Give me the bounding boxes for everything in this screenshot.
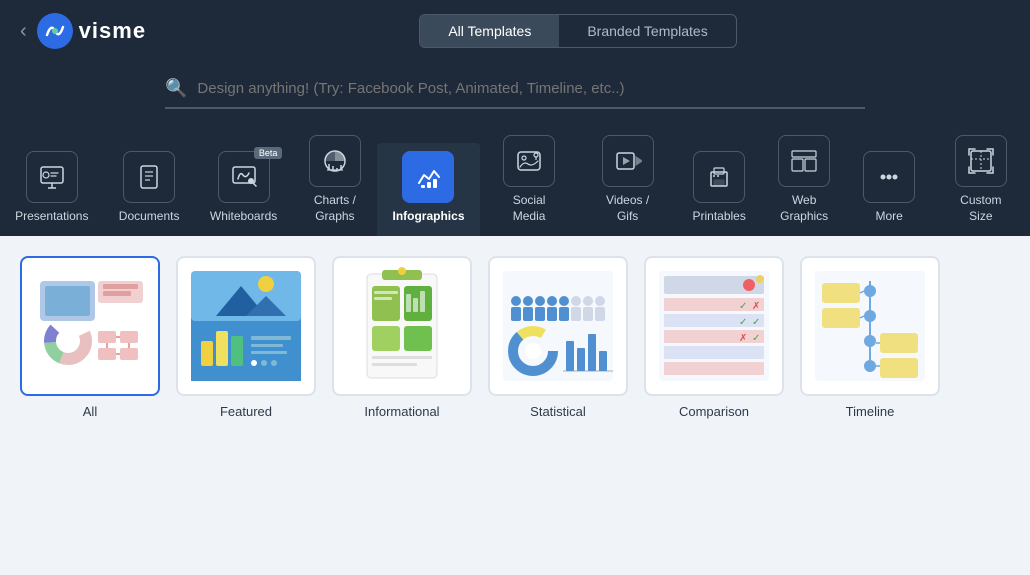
template-tab-group: All Templates Branded Templates — [419, 14, 736, 48]
web-icon — [790, 147, 818, 175]
beta-badge: Beta — [254, 147, 283, 159]
social-icon — [515, 147, 543, 175]
search-icon: 🔍 — [165, 78, 187, 99]
template-informational-label: Informational — [364, 404, 439, 419]
template-comparison-thumb: ✓ ✗ ✓ ✓ ✗ ✓ — [644, 256, 784, 396]
presentations-icon-wrap — [26, 151, 78, 203]
web-graphics-label: WebGraphics — [780, 193, 828, 224]
template-timeline[interactable]: Timeline — [800, 256, 940, 419]
infographics-icon — [414, 163, 442, 191]
category-videos-gifs[interactable]: Videos / Gifs — [579, 127, 677, 236]
svg-text:✓: ✓ — [739, 317, 747, 328]
search-input[interactable] — [197, 80, 865, 97]
documents-icon-wrap — [123, 151, 175, 203]
category-whiteboards[interactable]: Beta Whiteboards — [195, 143, 293, 237]
whiteboards-label: Whiteboards — [210, 209, 277, 225]
template-featured-label: Featured — [220, 404, 272, 419]
template-all[interactable]: All — [20, 256, 160, 419]
template-comparison-label: Comparison — [679, 404, 749, 419]
category-infographics[interactable]: Infographics — [377, 143, 479, 237]
infographics-icon-wrap — [402, 151, 454, 203]
documents-icon — [135, 163, 163, 191]
logo-icon — [37, 13, 73, 49]
category-social-media[interactable]: Social Media — [480, 127, 579, 236]
template-grid: All — [20, 256, 1010, 419]
presentations-icon — [38, 163, 66, 191]
more-icon-wrap — [863, 151, 915, 203]
svg-text:✓: ✓ — [752, 333, 760, 344]
template-featured[interactable]: Featured — [176, 256, 316, 419]
social-media-label: Social Media — [496, 193, 563, 224]
presentations-label: Presentations — [15, 209, 88, 225]
category-more[interactable]: More — [847, 143, 932, 237]
category-documents[interactable]: Documents — [104, 143, 195, 237]
template-featured-preview — [186, 266, 306, 386]
template-informational-preview — [342, 266, 462, 386]
videos-icon — [614, 147, 642, 175]
template-informational-thumb — [332, 256, 472, 396]
header: ‹ visme All Templates Branded Templates — [0, 0, 1030, 62]
category-nav: Presentations Documents Beta Whiteboards — [0, 119, 1030, 236]
videos-icon-wrap — [602, 135, 654, 187]
all-templates-tab[interactable]: All Templates — [420, 15, 559, 47]
charts-icon-wrap — [309, 135, 361, 187]
template-statistical-thumb — [488, 256, 628, 396]
videos-label: Videos / Gifs — [595, 193, 661, 224]
template-timeline-preview — [810, 266, 930, 386]
category-web-graphics[interactable]: WebGraphics — [762, 127, 847, 236]
template-statistical-preview — [498, 266, 618, 386]
template-all-preview — [30, 266, 150, 386]
printables-label: Printables — [692, 209, 745, 225]
search-area: 🔍 — [0, 62, 1030, 119]
more-icon — [875, 163, 903, 191]
template-comparison-preview: ✓ ✗ ✓ ✓ ✗ ✓ — [654, 266, 774, 386]
logo: visme — [37, 13, 146, 49]
charts-label: Charts /Graphs — [314, 193, 356, 224]
template-timeline-label: Timeline — [846, 404, 895, 419]
web-icon-wrap — [778, 135, 830, 187]
more-label: More — [876, 209, 903, 225]
svg-text:✓: ✓ — [739, 301, 747, 312]
category-custom-size[interactable]: Custom Size — [932, 127, 1030, 236]
printables-icon-wrap — [693, 151, 745, 203]
printables-icon — [705, 163, 733, 191]
charts-icon — [321, 147, 349, 175]
social-icon-wrap — [503, 135, 555, 187]
custom-size-label: Custom Size — [948, 193, 1014, 224]
search-bar: 🔍 — [165, 78, 865, 109]
template-comparison[interactable]: ✓ ✗ ✓ ✓ ✗ ✓ Comparison — [644, 256, 784, 419]
template-statistical[interactable]: Statistical — [488, 256, 628, 419]
template-timeline-thumb — [800, 256, 940, 396]
svg-text:✗: ✗ — [739, 333, 747, 344]
template-all-thumb — [20, 256, 160, 396]
category-printables[interactable]: Printables — [677, 143, 762, 237]
custom-size-icon — [967, 147, 995, 175]
custom-icon-wrap — [955, 135, 1007, 187]
category-presentations[interactable]: Presentations — [0, 143, 104, 237]
category-charts-graphs[interactable]: Charts /Graphs — [292, 127, 377, 236]
template-all-label: All — [83, 404, 97, 419]
svg-text:✗: ✗ — [752, 301, 760, 312]
logo-text: visme — [79, 18, 146, 44]
template-informational[interactable]: Informational — [332, 256, 472, 419]
svg-text:✓: ✓ — [752, 317, 760, 328]
whiteboards-icon — [230, 163, 258, 191]
template-featured-thumb — [176, 256, 316, 396]
infographics-label: Infographics — [392, 209, 464, 225]
branded-templates-tab[interactable]: Branded Templates — [559, 15, 735, 47]
content-area: All — [0, 236, 1030, 575]
back-button[interactable]: ‹ — [20, 20, 27, 43]
template-statistical-label: Statistical — [530, 404, 586, 419]
documents-label: Documents — [119, 209, 180, 225]
